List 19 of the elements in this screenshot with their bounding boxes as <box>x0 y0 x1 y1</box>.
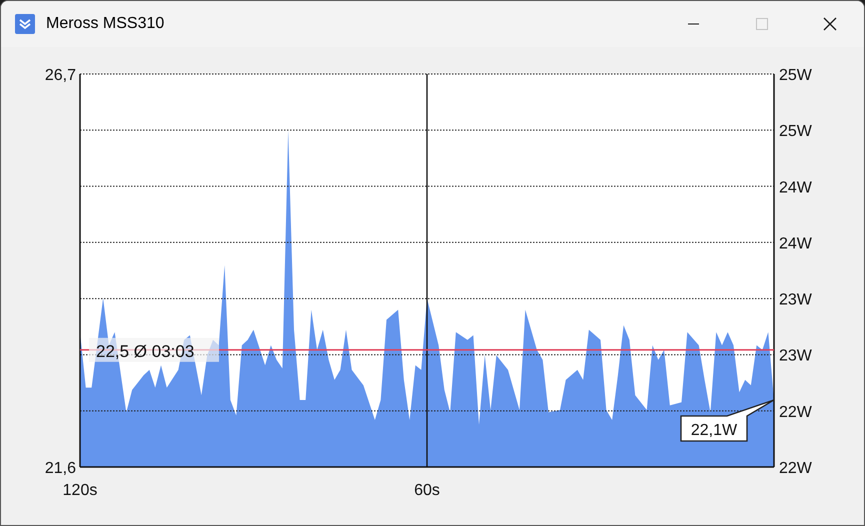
axis-label: 23W <box>779 348 812 365</box>
axis-label: 23W <box>779 292 812 309</box>
axis-label: 60s <box>414 482 440 499</box>
axis-label: 22W <box>779 404 812 421</box>
axis-label: 25W <box>779 123 812 140</box>
axis-label: 22W <box>779 460 812 477</box>
axis-label: 25W <box>779 67 812 84</box>
app-logo-icon <box>15 14 35 34</box>
maximize-icon <box>756 18 768 30</box>
value-callout: 22,1W <box>680 399 775 442</box>
axis-label: 120s <box>62 482 98 499</box>
average-label: 22,5 Ø 03:03 <box>96 342 194 361</box>
annotation: 22,1W <box>690 422 738 439</box>
close-icon <box>824 18 836 30</box>
axis-label: 21,6 <box>44 460 76 477</box>
axis-label: 24W <box>779 235 812 252</box>
window-title: Meross MSS310 <box>46 14 164 34</box>
axis-label: 26,7 <box>44 67 76 84</box>
axis-label: 24W <box>779 179 812 196</box>
